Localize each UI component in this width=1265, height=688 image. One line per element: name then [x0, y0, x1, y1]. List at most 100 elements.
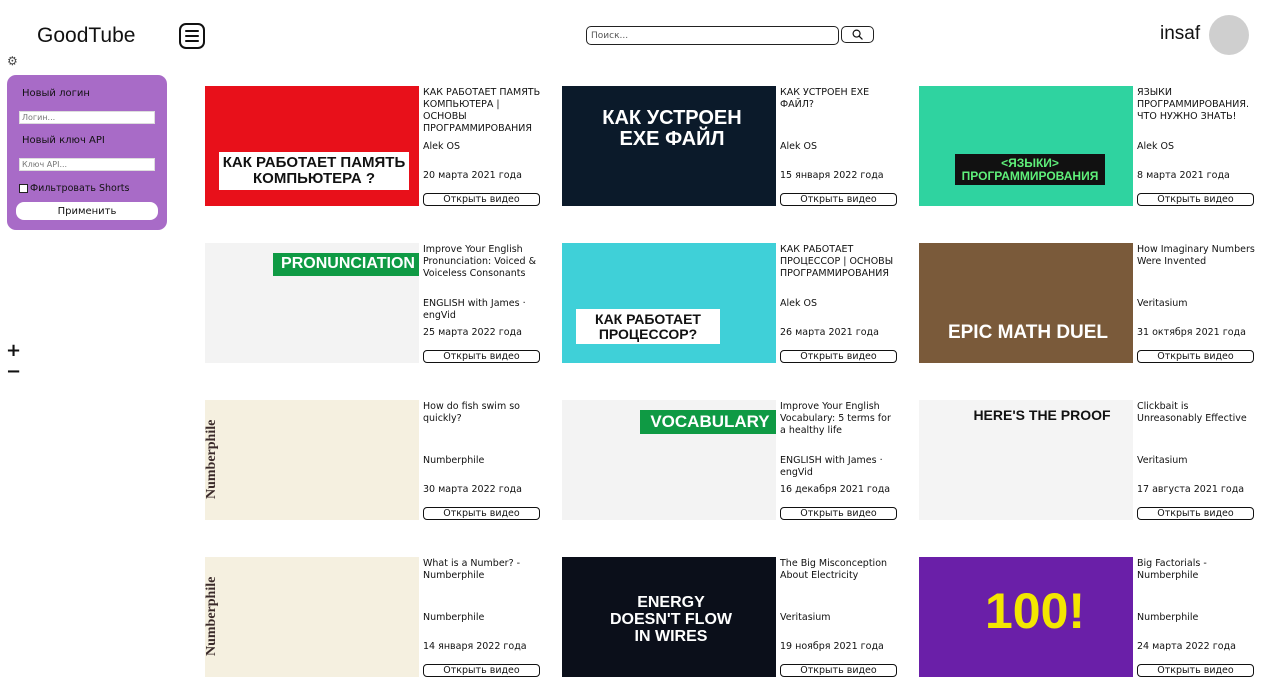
video-channel: Alek OS [780, 141, 818, 152]
open-video-button[interactable]: Открыть видео [780, 193, 897, 206]
video-title: КАК УСТРОЕН EXE ФАЙЛ? [780, 87, 870, 110]
video-date: 14 января 2022 года [423, 641, 527, 652]
open-video-button[interactable]: Открыть видео [1137, 507, 1254, 520]
search-button[interactable] [841, 26, 874, 43]
video-date: 8 марта 2021 года [1137, 170, 1230, 181]
video-card: EPIC MATH DUEL How Imaginary Numbers Were… [919, 243, 1255, 363]
video-thumbnail[interactable]: VOCABULARY [562, 400, 776, 520]
video-thumbnail[interactable]: <ЯЗЫКИ> ПРОГРАММИРОВАНИЯ [919, 86, 1133, 206]
video-date: 20 марта 2021 года [423, 170, 522, 181]
video-info: Clickbait is Unreasonably Effective Verit… [1137, 400, 1255, 520]
search-input[interactable] [586, 26, 839, 45]
video-card: Numberphile How do fish swim so quickly? N… [205, 400, 540, 520]
thumbnail-caption: 100! [984, 583, 1086, 639]
video-channel: ENGLISH with James · engVid [780, 455, 883, 478]
video-channel: ENGLISH with James · engVid [423, 298, 526, 321]
video-thumbnail[interactable]: 100! [919, 557, 1133, 677]
gear-icon[interactable]: ⚙ [7, 55, 18, 67]
plus-icon[interactable]: + [6, 342, 21, 360]
video-info: How Imaginary Numbers Were Invented Verit… [1137, 243, 1255, 363]
video-title: КАК РАБОТАЕТ ПРОЦЕССОР | ОСНОВЫ ПРОГРАММ… [780, 244, 894, 279]
username[interactable]: insaf [1160, 23, 1200, 45]
video-channel: Veritasium [1137, 455, 1188, 466]
open-video-button[interactable]: Открыть видео [423, 507, 540, 520]
video-thumbnail[interactable]: Numberphile [205, 557, 419, 677]
video-thumbnail[interactable]: КАК УСТРОЕН EXE ФАЙЛ [562, 86, 776, 206]
video-thumbnail[interactable]: Numberphile [205, 400, 419, 520]
video-card: PRONUNCIATION Improve Your English Pronun… [205, 243, 540, 363]
video-title: Big Factorials - Numberphile [1137, 558, 1207, 581]
video-info: КАК УСТРОЕН EXE ФАЙЛ? Alek OS 15 января 20… [780, 86, 898, 206]
avatar[interactable] [1209, 15, 1249, 55]
video-title: The Big Misconception About Electricity [780, 558, 888, 581]
open-video-button[interactable]: Открыть видео [1137, 664, 1254, 677]
video-channel: Numberphile [423, 455, 485, 466]
open-video-button[interactable]: Открыть видео [780, 664, 897, 677]
video-title: Improve Your English Vocabulary: 5 terms… [780, 401, 891, 436]
video-channel: Veritasium [1137, 298, 1188, 309]
video-channel: Alek OS [780, 298, 818, 309]
thumbnail-caption: Numberphile [205, 576, 219, 656]
video-card: КАК РАБОТАЕТ ПАМЯТЬ КОМПЬЮТЕРА ? КАК РАБО… [205, 86, 540, 206]
video-title: ЯЗЫКИ ПРОГРАММИРОВАНИЯ. ЧТО НУЖНО ЗНАТЬ! [1137, 87, 1249, 122]
video-card: Numberphile What is a Number? - Numberphi… [205, 557, 540, 677]
video-thumbnail[interactable]: EPIC MATH DUEL [919, 243, 1133, 363]
open-video-button[interactable]: Открыть видео [423, 664, 540, 677]
open-video-button[interactable]: Открыть видео [423, 193, 540, 206]
video-info: The Big Misconception About Electricity V… [780, 557, 898, 677]
video-date: 25 марта 2022 года [423, 327, 522, 338]
video-thumbnail[interactable]: HERE'S THE PROOF [919, 400, 1133, 520]
video-channel: Numberphile [423, 612, 485, 623]
video-card: VOCABULARY Improve Your English Vocabular… [562, 400, 897, 520]
video-title: How do fish swim so quickly? [423, 401, 520, 424]
api-key-label: Новый ключ API [22, 135, 105, 146]
thumbnail-caption: EPIC MATH DUEL [947, 322, 1109, 343]
video-info: Improve Your English Vocabulary: 5 terms… [780, 400, 898, 520]
video-card: 100! Big Factorials - Numberphile Numberph… [919, 557, 1254, 677]
video-info: Big Factorials - Numberphile Numberphile 2… [1137, 557, 1255, 677]
api-key-field[interactable] [19, 158, 155, 171]
video-date: 15 января 2022 года [780, 170, 884, 181]
video-info: Improve Your English Pronunciation: Voic… [423, 243, 541, 363]
open-video-button[interactable]: Открыть видео [780, 350, 897, 363]
video-card: ENERGY DOESN'T FLOW IN WIRES The Big Misc… [562, 557, 897, 677]
filter-shorts-checkbox[interactable] [19, 184, 28, 193]
open-video-button[interactable]: Открыть видео [780, 507, 897, 520]
thumbnail-caption: Numberphile [205, 419, 219, 499]
video-thumbnail[interactable]: КАК РАБОТАЕТ ПРОЦЕССОР? [562, 243, 776, 363]
open-video-button[interactable]: Открыть видео [423, 350, 540, 363]
thumbnail-caption: КАК РАБОТАЕТ ПАМЯТЬ КОМПЬЮТЕРА ? [219, 152, 409, 190]
video-thumbnail[interactable]: ENERGY DOESN'T FLOW IN WIRES [562, 557, 776, 677]
video-thumbnail[interactable]: PRONUNCIATION [205, 243, 419, 363]
filter-shorts-row[interactable]: Фильтровать Shorts [19, 183, 129, 194]
video-card: КАК РАБОТАЕТ ПРОЦЕССОР? КАК РАБОТАЕТ ПРОЦ… [562, 243, 897, 363]
thumbnail-caption: HERE'S THE PROOF [973, 407, 1111, 423]
open-video-button[interactable]: Открыть видео [1137, 350, 1254, 363]
video-info: КАК РАБОТАЕТ ПРОЦЕССОР | ОСНОВЫ ПРОГРАММ… [780, 243, 898, 363]
hamburger-icon[interactable] [179, 23, 205, 49]
magnifier-icon [852, 29, 863, 40]
video-title: КАК РАБОТАЕТ ПАМЯТЬ КОМПЬЮТЕРА | ОСНОВЫ … [423, 87, 541, 134]
video-date: 24 марта 2022 года [1137, 641, 1236, 652]
login-field[interactable] [19, 111, 155, 124]
video-date: 17 августа 2021 года [1137, 484, 1245, 495]
thumbnail-caption: <ЯЗЫКИ> ПРОГРАММИРОВАНИЯ [955, 154, 1105, 186]
video-channel: Alek OS [1137, 141, 1175, 152]
open-video-button[interactable]: Открыть видео [1137, 193, 1254, 206]
thumbnail-caption: PRONUNCIATION [273, 253, 419, 276]
video-thumbnail[interactable]: КАК РАБОТАЕТ ПАМЯТЬ КОМПЬЮТЕРА ? [205, 86, 419, 206]
thumbnail-caption: ENERGY DOESN'T FLOW IN WIRES [609, 594, 732, 645]
app-logo[interactable]: GoodTube [37, 24, 135, 48]
apply-button[interactable]: Применить [16, 202, 158, 220]
thumbnail-caption: КАК УСТРОЕН EXE ФАЙЛ [602, 107, 742, 150]
minus-icon[interactable]: − [6, 363, 21, 381]
video-info: What is a Number? - Numberphile Numberphi… [423, 557, 541, 677]
video-date: 16 декабря 2021 года [780, 484, 891, 495]
video-channel: Veritasium [780, 612, 831, 623]
video-info: How do fish swim so quickly? Numberphile 3… [423, 400, 541, 520]
video-channel: Numberphile [1137, 612, 1199, 623]
video-info: ЯЗЫКИ ПРОГРАММИРОВАНИЯ. ЧТО НУЖНО ЗНАТЬ!… [1137, 86, 1255, 206]
video-title: What is a Number? - Numberphile [423, 558, 521, 581]
video-card: <ЯЗЫКИ> ПРОГРАММИРОВАНИЯ ЯЗЫКИ ПРОГРАММИР… [919, 86, 1254, 206]
video-date: 31 октября 2021 года [1137, 327, 1246, 338]
